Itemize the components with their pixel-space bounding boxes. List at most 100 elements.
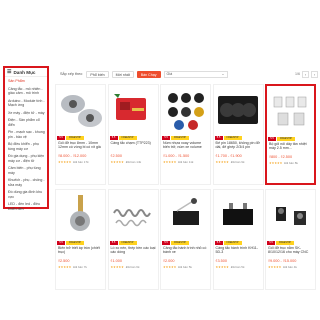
product-meta: ★★★★★ Đã bán 7k — [56, 265, 105, 269]
product-price: ₫8.000 - ₫12.000 — [58, 154, 87, 158]
sidebar-header[interactable]: ☰ Danh Mục — [5, 68, 47, 77]
product-image — [266, 190, 315, 240]
sold-count: Đã bán 5k — [178, 265, 192, 269]
sale-badge: 5.5 — [57, 240, 65, 245]
freeship-badge: FREESHIP — [118, 240, 137, 245]
mini-pager: 1/6 ‹ › — [295, 70, 318, 78]
rating-stars: ★★★★★ — [110, 160, 125, 164]
sort-bar: Sắp xếp theo Phổ biến Mới nhất Bán Chạy … — [60, 69, 318, 79]
rating-stars: ★★★★★ — [58, 265, 72, 269]
freeship-badge: FREESHIP — [66, 135, 84, 140]
prev-page-button[interactable]: ‹ — [302, 70, 309, 78]
price-sort-value: Giá — [166, 72, 173, 76]
product-meta: ★★★★★ Đã bán 9k — [214, 160, 263, 164]
product-meta: ★★★★★ Đã bán 17k — [56, 160, 105, 164]
product-grid: 5.5 FREESHIP Gối đỡ trục 8mm - 10mm 12mm… — [55, 84, 317, 290]
product-card[interactable]: 5.5 FREESHIP Đế pin 18650, không pin đỡ … — [212, 84, 264, 185]
product-price: ₫2.500 — [110, 154, 122, 158]
product-title: Bộ gối nối dây tản nhiệt máy 2.5 mm... — [269, 142, 307, 151]
sale-badge: 5.5 — [162, 240, 170, 245]
rating-stars: ★★★★★ — [163, 265, 177, 269]
category-item[interactable]: Đồ gia dụng - phụ kiện máy cơ - điện tử — [8, 154, 45, 163]
rating-stars: ★★★★★ — [268, 265, 282, 269]
product-meta: ★★★★★ Đã bán 4k — [266, 265, 315, 269]
product-price: ₫1.700 - ₫1.900 — [215, 154, 242, 158]
product-image — [109, 85, 158, 135]
product-card[interactable]: 5.5 FREESHIP Núm nhựa xoay volume biến t… — [160, 84, 211, 185]
category-item[interactable]: Đồ dùng gia đình khu vực — [8, 190, 45, 199]
product-price: ₫3.500 — [215, 259, 227, 263]
rating-stars: ★★★★★ — [269, 161, 283, 165]
product-price: ₫9.000 - ₫15.000 — [268, 259, 297, 263]
sort-popular-button[interactable]: Phổ biến — [86, 70, 109, 78]
sold-count: Đã bán 14k — [125, 160, 142, 164]
sale-badge: 5.5 — [57, 135, 65, 140]
product-price: ₫1.000 — [110, 259, 122, 263]
sale-badge: 5.5 — [267, 240, 275, 245]
product-card[interactable]: 5.5 FREESHIP Biến trở triết áp tròn (chi… — [55, 189, 106, 290]
freeship-badge: FREESHIP — [171, 240, 189, 245]
sold-count: Đã bán 7k — [73, 265, 87, 269]
sold-count: Đã bán 8k — [284, 161, 298, 165]
product-image — [267, 86, 314, 136]
category-item[interactable]: Điện - Sản phẩm cổ điển — [8, 118, 45, 127]
category-item[interactable]: Khuếch - phụ - chống - sửa máy — [8, 178, 45, 187]
freeship-badge: FREESHIP — [66, 240, 84, 245]
price-sort-select[interactable]: Giá ⌄ — [163, 70, 228, 78]
page-indicator: 1/6 — [295, 72, 300, 76]
product-card-highlighted[interactable]: 5.5 FREESHIP Bộ gối nối dây tản nhiệt má… — [265, 84, 316, 185]
category-item[interactable]: Pin - mạch sạc - khung pin - bảo vệ — [8, 130, 45, 139]
product-price: ₫1.000 - ₫1.500 — [163, 154, 190, 158]
product-card[interactable]: 5.5 FREESHIP Lò xo nén, thép bền các loạ… — [107, 189, 159, 290]
product-title: Cảng tắc hành trình KH11-5D-3 — [215, 246, 258, 255]
product-title: Gối đỡ trục nằm SK-8/10/12/16 cho máy CN… — [268, 246, 309, 255]
freeship-badge: FREESHIP — [171, 135, 189, 140]
freeship-badge: FREESHIP — [277, 136, 295, 141]
product-meta: ★★★★★ Đã bán 11k — [161, 160, 210, 164]
product-card[interactable]: 5.5 FREESHIP Cảng tắc chạm (TTP223) ₫2.5… — [107, 84, 159, 185]
product-price: ₫2.500 — [58, 259, 70, 263]
product-meta: ★★★★★ Đã bán 8k — [267, 161, 314, 165]
category-item[interactable]: Cảng tắc - mô nhiên - giáo cảm - mô trìn… — [8, 87, 45, 96]
rating-stars: ★★★★★ — [58, 160, 72, 164]
next-page-button[interactable]: › — [311, 70, 318, 78]
product-meta: ★★★★★ Đã bán 14k — [109, 160, 158, 164]
product-title: Đế pin 18650, không pin đỡ dài, đế ghép … — [215, 141, 260, 150]
category-list: Sản Phẩm Cảng tắc - mô nhiên - giáo cảm … — [5, 77, 47, 211]
category-item[interactable]: Xe máy - điện tử - máy — [8, 111, 45, 115]
chevron-down-icon: ⌄ — [221, 72, 225, 76]
sort-bestseller-button[interactable]: Bán Chạy — [136, 70, 161, 78]
product-title: Biến trở triết áp tròn (chiết trục) — [58, 246, 100, 255]
product-title: Cảng tắc chạm (TTP223) — [110, 141, 151, 145]
sold-count: Đã bán 17k — [73, 160, 89, 164]
rating-stars: ★★★★★ — [163, 160, 177, 164]
product-meta: ★★★★★ Đã bán 6k — [109, 265, 158, 269]
category-item-san-pham[interactable]: Sản Phẩm — [8, 79, 45, 83]
product-card[interactable]: 5.5 FREESHIP Gối đỡ trục nằm SK-8/10/12/… — [265, 189, 316, 290]
sort-label: Sắp xếp theo — [60, 72, 83, 76]
product-meta: ★★★★★ Đã bán 5k — [214, 265, 263, 269]
sidebar-title: Danh Mục — [13, 69, 36, 75]
product-meta: ★★★★★ Đã bán 5k — [161, 265, 210, 269]
category-item[interactable]: Arduino - Module tính - Mạch ứng — [8, 99, 45, 108]
product-card[interactable]: 5.5 FREESHIP Gối đỡ trục 8mm - 10mm 12mm… — [55, 84, 106, 185]
sold-count: Đã bán 11k — [178, 160, 194, 164]
sort-newest-button[interactable]: Mới nhất — [111, 70, 134, 78]
freeship-badge: FREESHIP — [118, 135, 137, 140]
sale-badge: 5.5 — [109, 240, 118, 245]
freeship-badge: FREESHIP — [223, 135, 242, 140]
product-price: ₫800 - ₫2.500 — [269, 155, 293, 159]
product-image — [109, 190, 158, 240]
product-image — [214, 85, 263, 135]
rating-stars: ★★★★★ — [215, 265, 230, 269]
category-item[interactable]: Cảm biến - phụ tùng máy — [8, 166, 45, 175]
category-item[interactable]: LED - đèn led - điều khiển đèn — [8, 202, 45, 211]
list-icon: ☰ — [7, 69, 12, 75]
sale-badge: 5.5 — [162, 135, 170, 140]
rating-stars: ★★★★★ — [215, 160, 230, 164]
product-card[interactable]: 5.5 FREESHIP Cảng tắc hành trình nhỏ có … — [160, 189, 211, 290]
product-card[interactable]: 5.5 FREESHIP Cảng tắc hành trình KH11-5D… — [212, 189, 264, 290]
category-sidebar: ☰ Danh Mục Sản Phẩm Cảng tắc - mô nhiên … — [3, 66, 49, 211]
sold-count: Đã bán 4k — [283, 265, 297, 269]
category-item[interactable]: Bộ điều khiển - phụ tùng máy cơ — [8, 142, 45, 151]
